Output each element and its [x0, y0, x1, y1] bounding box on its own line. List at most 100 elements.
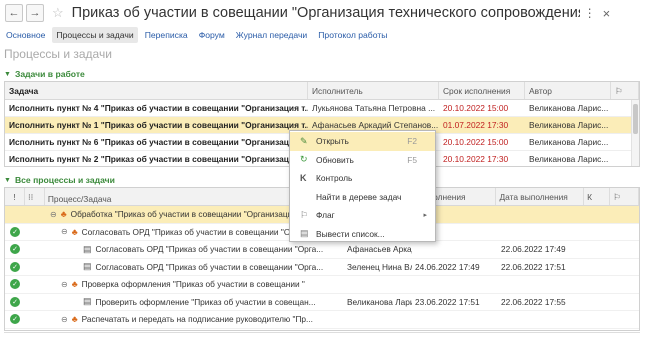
menu-item-label: Найти в дереве задач: [316, 191, 402, 202]
tree-row-process[interactable]: ✓ ⊖ ♣ Проверка оформления "Приказ об уча…: [5, 276, 639, 294]
task-document-icon: ▤: [83, 243, 92, 254]
favorite-star-icon[interactable]: ☆: [52, 5, 64, 21]
shortcut-label: F2: [407, 136, 417, 147]
submenu-arrow-icon: ▸: [423, 212, 427, 220]
tasks-scrollbar[interactable]: [631, 100, 639, 166]
menu-item-label: Открыть: [316, 136, 349, 147]
collapse-toggle-icon[interactable]: ⊖: [50, 210, 57, 219]
more-menu-icon[interactable]: ⋮: [584, 6, 596, 20]
task-label: Согласовать ОРД "Приказ об участии в сов…: [95, 244, 324, 255]
tree-row-process[interactable]: ✓ ⊖ ♣ Распечатать и передать на подписан…: [5, 311, 639, 329]
column-flag-icon[interactable]: ⚐: [611, 82, 639, 99]
author-cell: Великанова Ларис...: [529, 120, 609, 130]
check-done-icon: ✓: [10, 296, 20, 307]
column-executor[interactable]: Исполнитель: [308, 82, 439, 99]
tasks-section-title: Задачи в работе: [14, 69, 85, 79]
process-label: Согласовать ОРД "Приказ об участии в сов…: [81, 226, 291, 237]
check-done-icon: ✓: [10, 226, 20, 237]
executor-cell: Афанасьев Аркадий Степанов...: [312, 120, 439, 130]
task-cell: Исполнить пункт № 1 "Приказ об участии в…: [9, 120, 308, 130]
title-bar: ← → ☆ Приказ об участии в совещании "Орг…: [0, 0, 649, 26]
column-done-date[interactable]: Дата выполнения: [496, 188, 585, 205]
menu-item-refresh[interactable]: ↻ Обновить F5: [290, 151, 435, 170]
tab-work-log[interactable]: Протокол работы: [314, 27, 391, 43]
process-label: Распечатать и передать на подписание рук…: [81, 314, 313, 325]
control-k-icon: K: [300, 173, 307, 184]
chevron-down-icon: ▼: [4, 176, 11, 184]
context-menu: ✎ Открыть F2 ↻ Обновить F5 K Контроль На…: [289, 130, 436, 242]
pencil-icon: ✎: [300, 135, 308, 146]
done-cell: 22.06.2022 17:51: [501, 261, 566, 272]
scrollbar-thumb[interactable]: [633, 104, 638, 134]
processes-section-header[interactable]: ▼ Все процессы и задачи: [4, 175, 115, 185]
executor-cell: Афанасьев Аркадий...: [347, 244, 412, 255]
process-label: Проверка оформления "Приказ об участии в…: [81, 279, 305, 290]
menu-item-label: Вывести список...: [316, 228, 385, 239]
back-button[interactable]: ←: [5, 4, 23, 22]
due-cell: 23.06.2022 17:51: [415, 296, 480, 307]
tab-transfer-log[interactable]: Журнал передачи: [232, 27, 311, 43]
tree-row-task[interactable]: ✓ ▤ Проверить оформление "Приказ об учас…: [5, 294, 639, 311]
collapse-toggle-icon[interactable]: ⊖: [61, 227, 68, 236]
process-icon: ♣: [71, 226, 78, 237]
tab-main[interactable]: Основное: [2, 27, 49, 43]
process-icon: ♣: [60, 209, 67, 220]
refresh-icon: ↻: [300, 154, 308, 165]
tab-forum[interactable]: Форум: [195, 27, 229, 43]
menu-item-label: Флаг: [316, 210, 335, 221]
task-label: Согласовать ОРД "Приказ об участии в сов…: [95, 261, 324, 272]
window-title: Приказ об участии в совещании "Организац…: [71, 5, 580, 21]
due-cell: 24.06.2022 17:49: [415, 261, 480, 272]
column-type-icon[interactable]: ⁝⁝: [25, 188, 45, 205]
executor-cell: Зеленец Нина Влади...: [347, 261, 412, 272]
collapse-toggle-icon[interactable]: ⊖: [61, 315, 68, 324]
menu-item-flag[interactable]: ⚐ Флаг ▸: [290, 206, 435, 225]
menu-item-label: Обновить: [316, 154, 354, 165]
author-cell: Великанова Ларис...: [529, 137, 609, 147]
column-author[interactable]: Автор: [525, 82, 611, 99]
collapse-toggle-icon[interactable]: ⊖: [61, 280, 68, 289]
list-icon: ▤: [300, 228, 309, 239]
task-label: Проверить оформление "Приказ об участии …: [95, 296, 316, 307]
executor-cell: Великанова Лариса ...: [347, 296, 412, 307]
menu-item-control[interactable]: K Контроль: [290, 169, 435, 188]
chevron-down-icon: ▼: [4, 70, 11, 78]
footer-divider: [4, 332, 640, 336]
task-document-icon: ▤: [83, 261, 92, 272]
menu-item-find-in-tree[interactable]: Найти в дереве задач: [290, 188, 435, 207]
column-task[interactable]: Задача: [5, 82, 308, 99]
table-row[interactable]: Исполнить пункт № 4 "Приказ об участии в…: [5, 100, 639, 117]
process-icon: ♣: [71, 279, 78, 290]
due-cell: 20.10.2022 15:00: [443, 103, 509, 113]
column-importance-icon[interactable]: !: [5, 188, 25, 205]
column-control[interactable]: К: [584, 188, 611, 205]
column-due[interactable]: Срок исполнения: [439, 82, 525, 99]
due-cell: 20.10.2022 15:00: [443, 137, 509, 147]
tab-correspondence[interactable]: Переписка: [141, 27, 192, 43]
menu-item-open[interactable]: ✎ Открыть F2: [290, 132, 435, 151]
done-cell: 22.06.2022 17:49: [501, 244, 566, 255]
shortcut-label: F5: [407, 154, 417, 165]
menu-item-label: Контроль: [316, 173, 353, 184]
process-label: Обработка "Приказ об участии в совещании…: [70, 209, 293, 220]
author-cell: Великанова Ларис...: [529, 154, 609, 164]
check-done-icon: ✓: [10, 279, 20, 290]
page-title: Процессы и задачи: [4, 47, 112, 61]
tree-row-task[interactable]: ✓ ▤ Согласовать ОРД "Приказ об участии в…: [5, 259, 639, 276]
due-cell: 20.10.2022 17:30: [443, 154, 509, 164]
menu-item-output-list[interactable]: ▤ Вывести список...: [290, 225, 435, 244]
done-cell: 22.06.2022 17:55: [501, 296, 566, 307]
tree-row-task[interactable]: ✓ ▤ Согласовать ОРД "Приказ об участии в…: [5, 241, 639, 259]
forward-button[interactable]: →: [26, 4, 44, 22]
executor-cell: Лукьянова Татьяна Петровна ...: [312, 103, 436, 113]
due-cell: 01.07.2022 17:30: [443, 120, 509, 130]
flag-icon: ⚐: [300, 209, 309, 220]
tab-processes-tasks[interactable]: Процессы и задачи: [52, 27, 138, 43]
check-done-icon: ✓: [10, 314, 20, 325]
author-cell: Великанова Ларис...: [529, 103, 609, 113]
task-cell: Исполнить пункт № 6 "Приказ об участии в…: [9, 137, 308, 147]
column-flag-icon[interactable]: ⚐: [610, 188, 639, 205]
tasks-table-header: Задача Исполнитель Срок исполнения Автор…: [5, 82, 639, 100]
close-icon[interactable]: ×: [603, 6, 611, 21]
tasks-section-header[interactable]: ▼ Задачи в работе: [4, 69, 85, 79]
